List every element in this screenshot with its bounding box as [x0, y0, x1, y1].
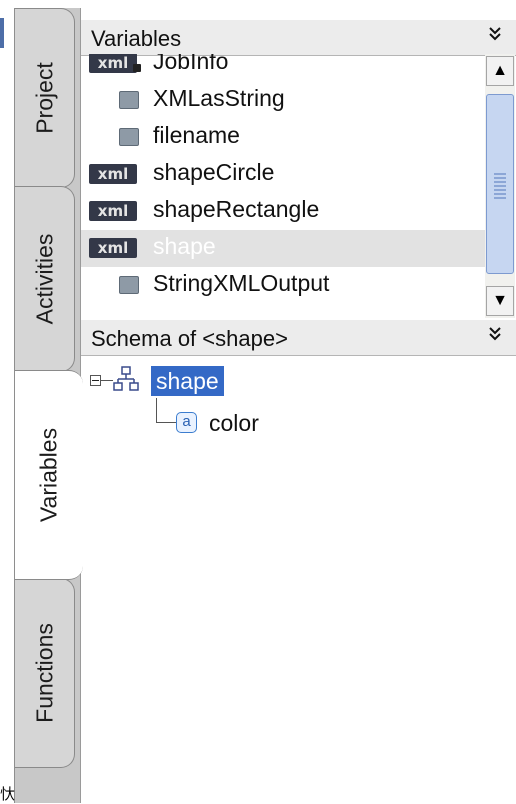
- tab-project-label: Project: [31, 62, 57, 134]
- schema-tree: shape a color: [81, 360, 516, 803]
- xml-icon: xml: [89, 201, 137, 221]
- arrow-down-icon: ▼: [492, 292, 508, 309]
- main-panel: Variables xml JobInfo XMLasString filena…: [80, 8, 516, 803]
- list-item-label: StringXMLOutput: [153, 270, 330, 296]
- schema-collapse-icon[interactable]: [487, 322, 503, 348]
- arrow-up-icon: ▲: [492, 62, 508, 79]
- tree-node-color[interactable]: color: [209, 410, 259, 437]
- grip-icon: [494, 171, 506, 199]
- field-icon: [119, 128, 139, 146]
- list-item-label: shape: [153, 233, 216, 259]
- xml-icon: xml: [89, 238, 137, 258]
- list-item-label: XMLasString: [153, 85, 285, 111]
- schema-title: Schema of <shape>: [91, 326, 288, 351]
- list-item-label: shapeCircle: [153, 159, 275, 185]
- tab-variables[interactable]: Variables: [15, 370, 83, 580]
- tab-functions[interactable]: Functions: [15, 578, 75, 768]
- tree-connector: [156, 398, 157, 422]
- schema-header: Schema of <shape>: [81, 320, 516, 356]
- tab-activities[interactable]: Activities: [15, 186, 75, 372]
- element-tree-icon: [113, 366, 139, 391]
- list-item-filename[interactable]: filename: [81, 119, 485, 156]
- corner-glyph: 忕: [0, 786, 16, 803]
- attribute-icon: a: [176, 412, 197, 433]
- list-item-jobinfo[interactable]: xml JobInfo: [81, 54, 485, 82]
- tab-variables-label: Variables: [35, 427, 62, 523]
- xml-icon: xml: [89, 54, 137, 73]
- scroll-thumb[interactable]: [486, 94, 514, 274]
- scroll-up-button[interactable]: ▲: [486, 56, 514, 86]
- vertical-tab-strip: Project Activities Variables Functions: [14, 8, 83, 803]
- variables-scrollbar[interactable]: ▲ ▼: [485, 54, 515, 318]
- list-item-label: shapeRectangle: [153, 196, 320, 222]
- scroll-down-button[interactable]: ▼: [486, 286, 514, 316]
- variables-list: xml JobInfo XMLasString filename xml sha…: [81, 54, 485, 318]
- tab-activities-label: Activities: [31, 233, 57, 325]
- list-item-shapecircle[interactable]: xml shapeCircle: [81, 156, 485, 193]
- variables-collapse-icon[interactable]: [487, 22, 503, 48]
- tab-project[interactable]: Project: [15, 8, 75, 188]
- tab-functions-label: Functions: [31, 623, 57, 723]
- list-item-label: filename: [153, 122, 240, 148]
- list-item-stringxmloutput[interactable]: StringXMLOutput: [81, 267, 485, 304]
- list-item-label: JobInfo: [153, 54, 229, 74]
- collapse-toggle-icon[interactable]: [90, 375, 101, 386]
- field-icon: [119, 91, 139, 109]
- tree-connector: [156, 422, 176, 423]
- list-item-shaperectangle[interactable]: xml shapeRectangle: [81, 193, 485, 230]
- tree-node-shape[interactable]: shape: [151, 366, 224, 396]
- lock-icon: [133, 64, 141, 72]
- variables-title: Variables: [91, 26, 182, 51]
- list-item-xmlasstring[interactable]: XMLasString: [81, 82, 485, 119]
- tree-connector: [101, 380, 113, 381]
- field-icon: [119, 276, 139, 294]
- xml-icon: xml: [89, 164, 137, 184]
- list-item-shape[interactable]: xml shape: [81, 230, 485, 267]
- variables-header: Variables: [81, 20, 516, 56]
- window-edge-accent: [0, 18, 4, 48]
